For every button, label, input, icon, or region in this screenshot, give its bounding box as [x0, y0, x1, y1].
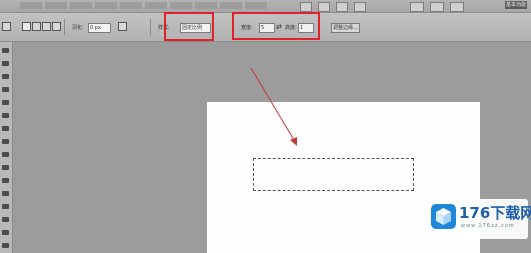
watermark-url: www.176xz.com [461, 223, 515, 229]
watermark: 176下载网 www.176xz.com [428, 199, 531, 239]
watermark-title: 176下载网 [459, 204, 531, 222]
cube-logo-icon [431, 204, 456, 229]
